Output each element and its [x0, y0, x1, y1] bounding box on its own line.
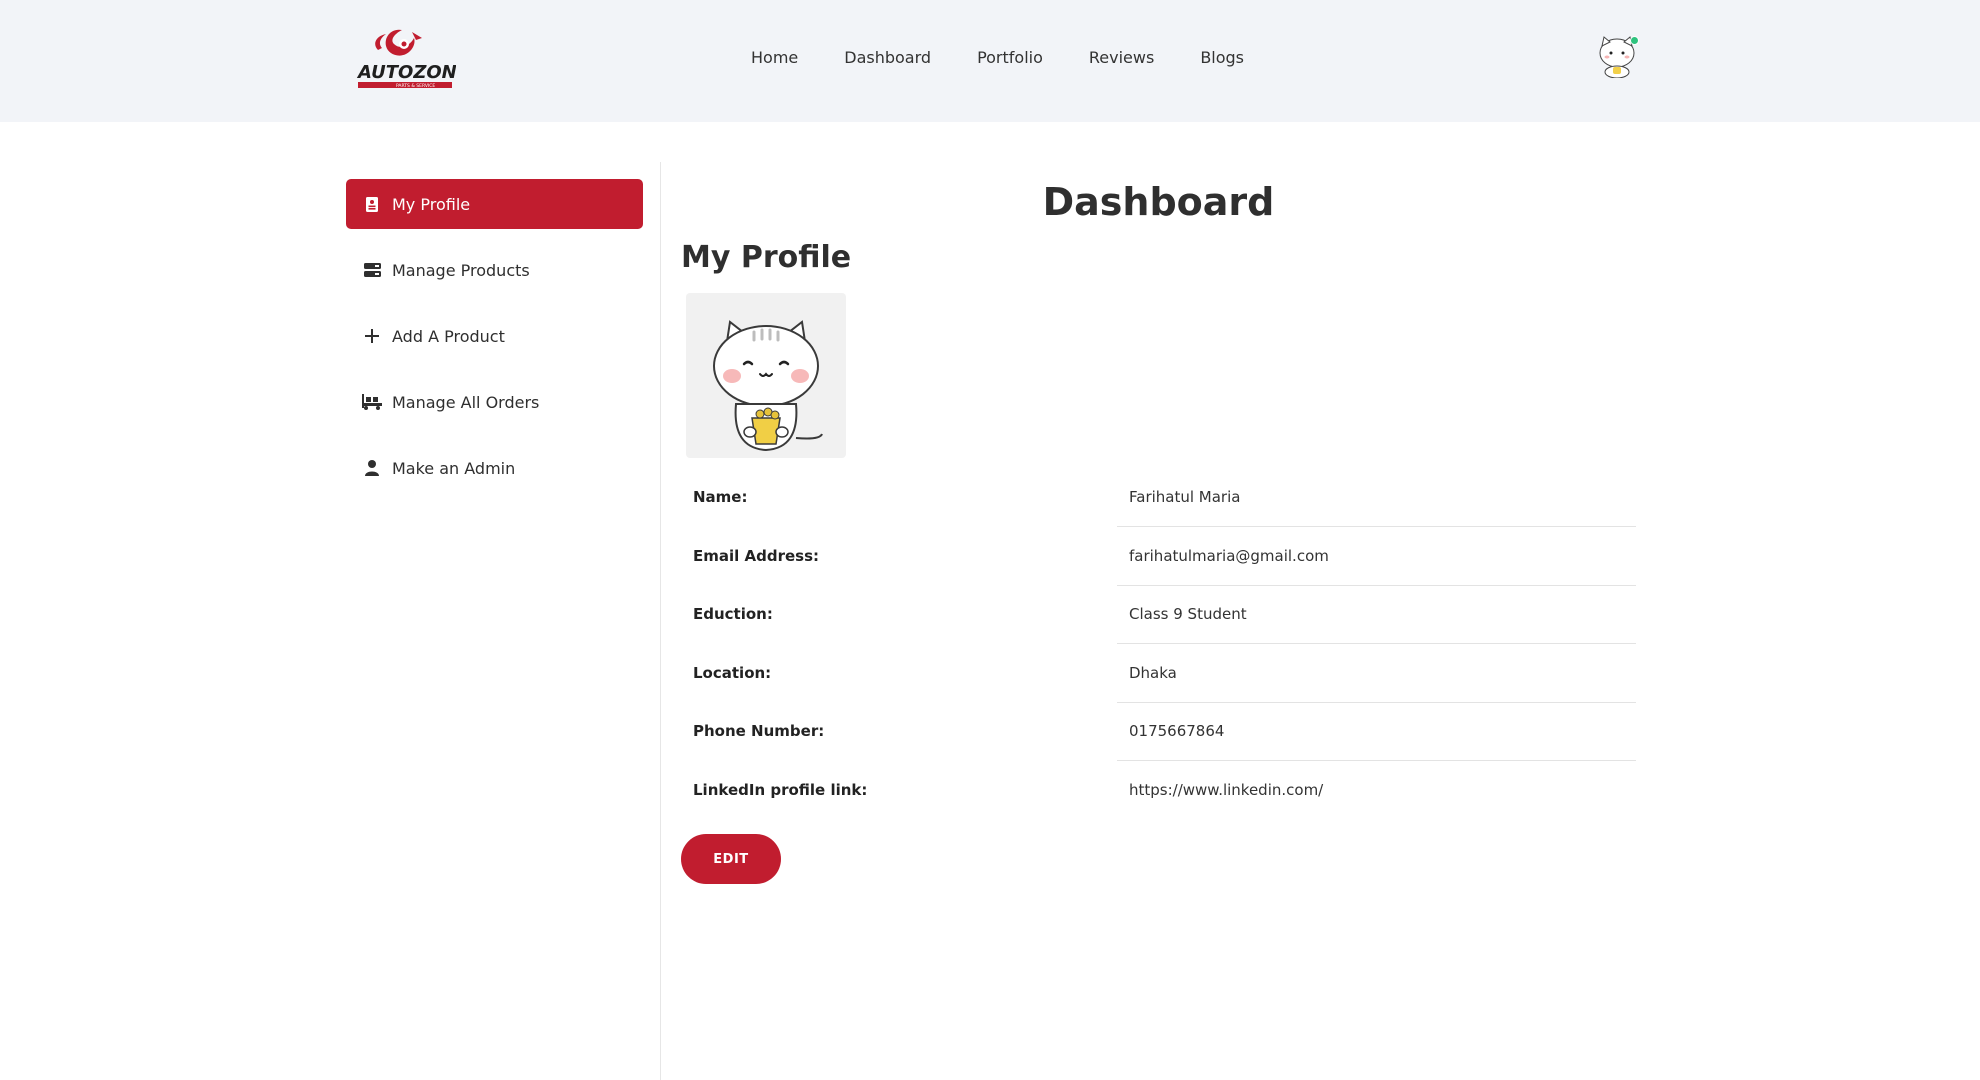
field-label: Email Address:: [693, 546, 820, 565]
field-value: farihatulmaria@gmail.com: [1117, 526, 1636, 586]
sidebar-item-make-admin[interactable]: Make an Admin: [346, 443, 643, 493]
sidebar-item-label: Add A Product: [392, 326, 505, 346]
autozone-logo[interactable]: AUTOZONE PARTS & SERVICE: [356, 24, 470, 94]
nav-reviews-link[interactable]: Reviews: [1089, 48, 1154, 67]
main-nav: Home Dashboard Portfolio Reviews Blogs: [751, 48, 1290, 67]
nav-blogs-link[interactable]: Blogs: [1200, 48, 1244, 67]
stack-icon: [362, 260, 382, 280]
sidebar-item-manage-orders[interactable]: Manage All Orders: [346, 377, 643, 427]
field-value: 0175667864: [1117, 702, 1636, 761]
page-title: Dashboard: [1042, 180, 1275, 224]
sidebar-item-my-profile[interactable]: My Profile: [346, 179, 643, 229]
table-row: Email Address: farihatulmaria@gmail.com: [681, 526, 1636, 586]
table-row: Location: Dhaka: [681, 643, 1636, 703]
dashboard-sidebar: My Profile Manage Products Add A Product…: [346, 179, 643, 509]
sidebar-divider: [660, 162, 661, 1080]
field-label: Location:: [693, 663, 772, 682]
svg-text:PARTS & SERVICE: PARTS & SERVICE: [396, 83, 435, 89]
field-label: LinkedIn profile link:: [693, 780, 868, 799]
dashboard-main: Dashboard My Profile Name: Farihatul Mar…: [681, 160, 1636, 884]
table-row: Phone Number: 0175667864: [681, 702, 1636, 761]
online-status-dot: [1630, 36, 1639, 45]
field-label: Phone Number:: [693, 722, 825, 741]
plus-icon: [362, 326, 382, 346]
sidebar-item-label: My Profile: [392, 194, 471, 214]
nav-dashboard-link[interactable]: Dashboard: [844, 48, 931, 67]
nav-home-link[interactable]: Home: [751, 48, 798, 67]
field-value: Farihatul Maria: [1117, 468, 1636, 527]
top-navbar: AUTOZONE PARTS & SERVICE Home Dashboard …: [0, 0, 1980, 122]
sidebar-item-label: Make an Admin: [392, 458, 516, 478]
orders-icon: [362, 392, 382, 412]
sidebar-item-add-product[interactable]: Add A Product: [346, 311, 643, 361]
table-row: Name: Farihatul Maria: [681, 468, 1636, 527]
field-value: Class 9 Student: [1117, 585, 1636, 644]
person-icon: [362, 458, 382, 478]
field-label: Name:: [693, 488, 748, 507]
sidebar-item-manage-products[interactable]: Manage Products: [346, 245, 643, 295]
field-value: https://www.linkedin.com/: [1129, 781, 1324, 799]
edit-profile-button[interactable]: EDIT: [681, 834, 781, 884]
table-row: Eduction: Class 9 Student: [681, 585, 1636, 644]
nav-portfolio-link[interactable]: Portfolio: [977, 48, 1043, 67]
profile-photo: [686, 293, 846, 458]
profile-info-table: Name: Farihatul Maria Email Address: far…: [681, 468, 1636, 819]
field-label: Eduction:: [693, 605, 773, 624]
section-title: My Profile: [681, 240, 852, 275]
sidebar-item-label: Manage Products: [392, 260, 530, 280]
table-row: LinkedIn profile link: https://www.linke…: [681, 761, 1636, 820]
profile-card-icon: [362, 194, 382, 214]
svg-text:AUTOZONE: AUTOZONE: [356, 62, 456, 83]
field-value: Dhaka: [1117, 643, 1636, 703]
sidebar-item-label: Manage All Orders: [392, 392, 540, 412]
